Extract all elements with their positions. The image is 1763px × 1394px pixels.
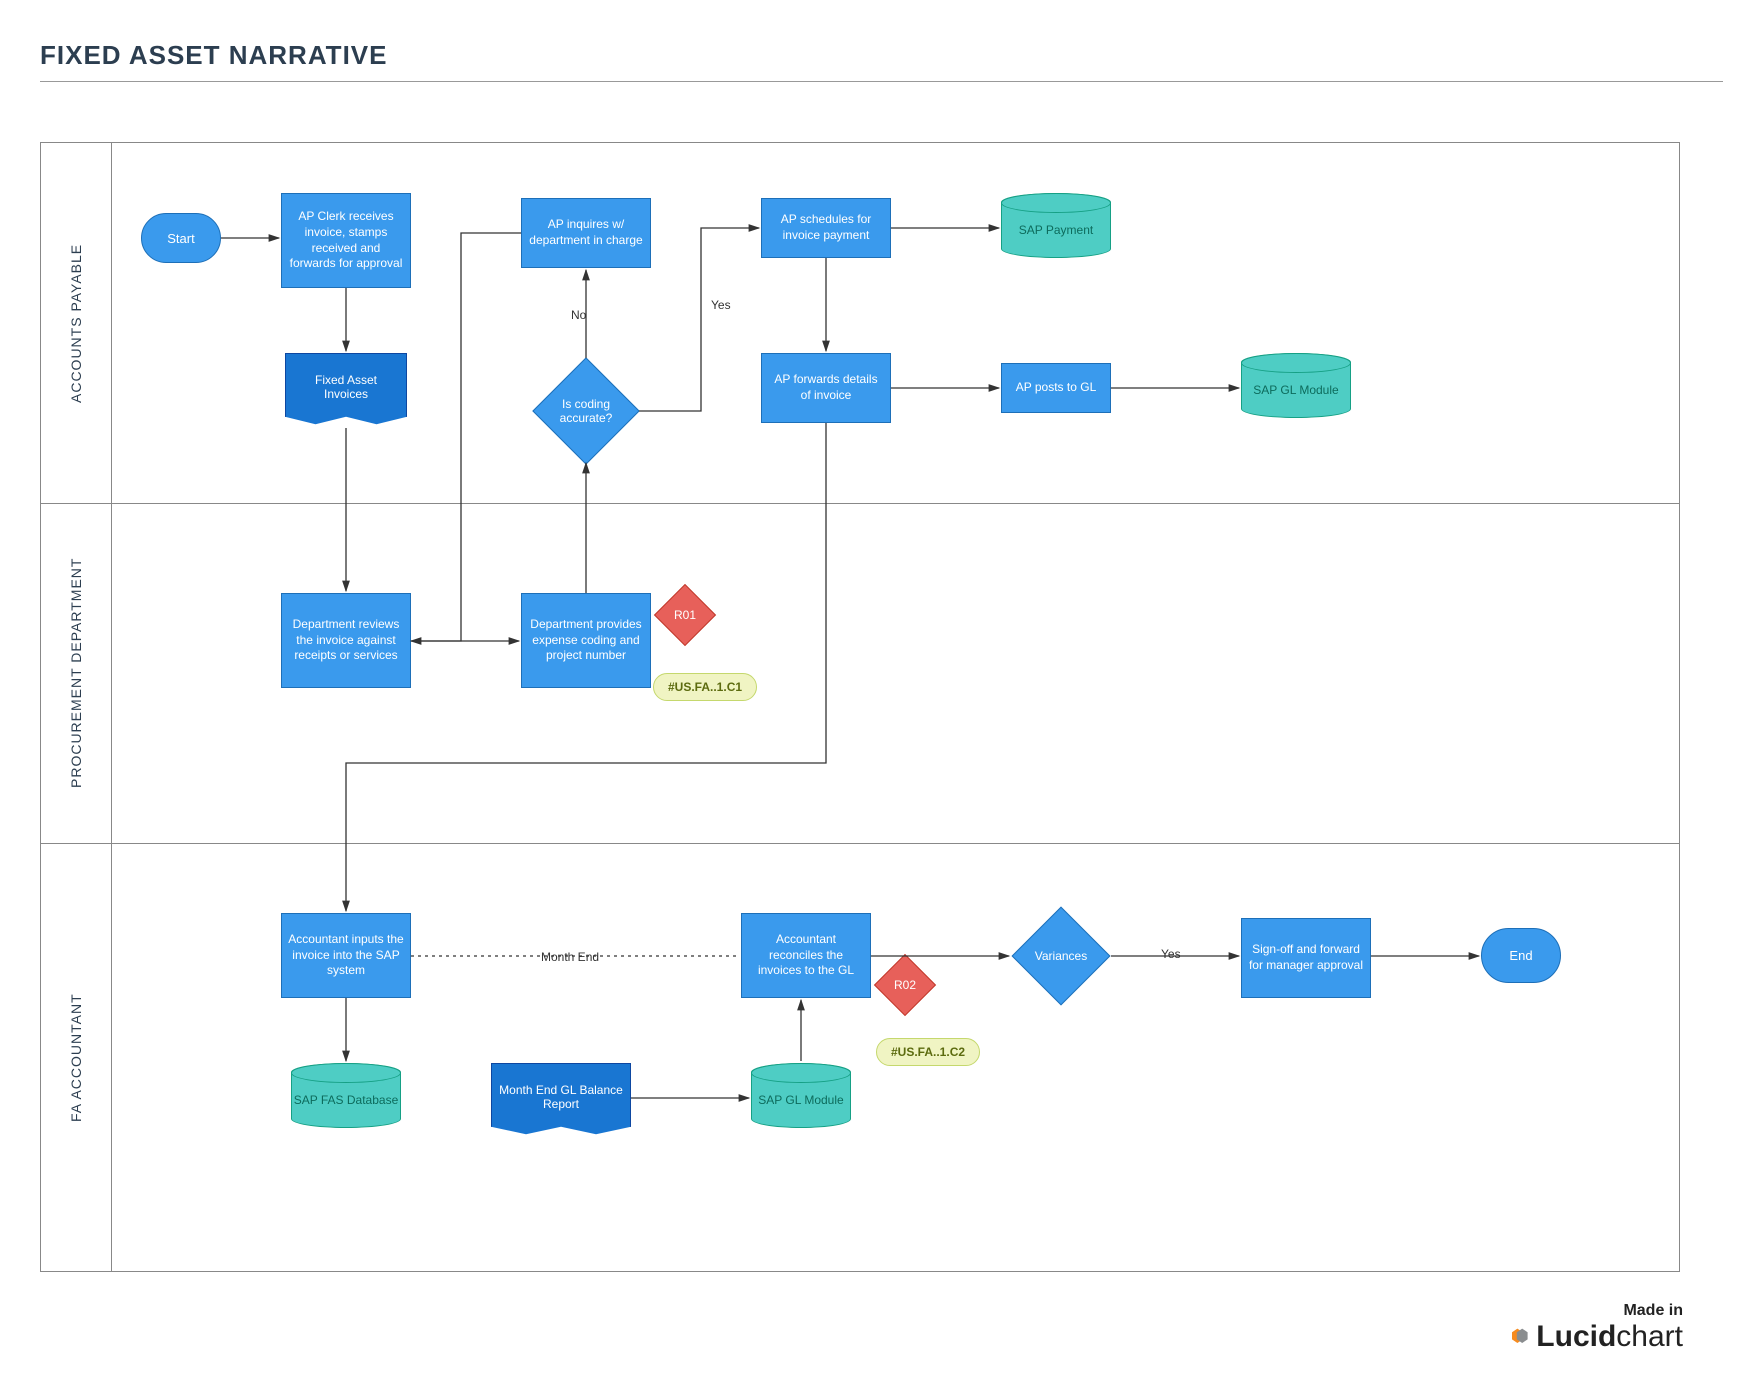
ref1-pill: #US.FA..1.C1: [653, 673, 757, 701]
label-month-end: Month End: [541, 950, 599, 964]
swimlane-diagram: ACCOUNTS PAYABLE PROCUREMENT DEPARTMENT …: [40, 142, 1680, 1272]
lucidchart-brand: Lucidchart: [40, 1320, 1683, 1354]
variances-text: Variances: [1027, 949, 1095, 963]
month-end-report-text: Month End GL Balance Report: [498, 1083, 624, 1111]
sap-gl-module2-db: SAP GL Module: [751, 1063, 851, 1128]
ref1-text: #US.FA..1.C1: [668, 680, 742, 694]
r02-risk: R02: [874, 954, 936, 1016]
dept-reviews-box: Department reviews the invoice against r…: [281, 593, 411, 688]
end-terminator: End: [1481, 928, 1561, 983]
ap-schedules-box: AP schedules for invoice payment: [761, 198, 891, 258]
ap-posts-gl-text: AP posts to GL: [1016, 380, 1097, 396]
ap-forwards-box: AP forwards details of invoice: [761, 353, 891, 423]
r02-text: R02: [884, 978, 926, 992]
start-label: Start: [167, 231, 194, 246]
ap-schedules-text: AP schedules for invoice payment: [768, 212, 884, 243]
label-yes: Yes: [711, 298, 731, 312]
ref2-pill: #US.FA..1.C2: [876, 1038, 980, 1066]
footer: Made in Lucidchart: [40, 1302, 1723, 1354]
brand-light: chart: [1616, 1320, 1683, 1353]
acct-inputs-text: Accountant inputs the invoice into the S…: [288, 932, 404, 979]
lane-divider-2: [41, 843, 1679, 844]
brand-bold: Lucid: [1536, 1320, 1616, 1353]
made-in-label: Made in: [40, 1302, 1683, 1320]
end-label: End: [1509, 948, 1532, 963]
sap-fas-db: SAP FAS Database: [291, 1063, 401, 1128]
month-end-report-doc: Month End GL Balance Report: [491, 1063, 631, 1138]
acct-reconciles-box: Accountant reconciles the invoices to th…: [741, 913, 871, 998]
r01-text: R01: [664, 608, 706, 622]
sap-gl-module-text: SAP GL Module: [1241, 353, 1351, 418]
ap-posts-gl-box: AP posts to GL: [1001, 363, 1111, 413]
page-title: FIXED ASSET NARRATIVE: [40, 40, 1723, 82]
sap-gl-module2-text: SAP GL Module: [751, 1063, 851, 1128]
sap-fas-db-text: SAP FAS Database: [291, 1063, 401, 1128]
ref2-text: #US.FA..1.C2: [891, 1045, 965, 1059]
ap-receives-text: AP Clerk receives invoice, stamps receiv…: [288, 209, 404, 271]
lane-divider-vertical: [111, 143, 112, 1271]
label-yes2: Yes: [1161, 947, 1181, 961]
signoff-text: Sign-off and forward for manager approva…: [1248, 942, 1364, 973]
coding-accurate-text: Is coding accurate?: [549, 397, 623, 425]
sap-payment-text: SAP Payment: [1001, 193, 1111, 258]
signoff-box: Sign-off and forward for manager approva…: [1241, 918, 1371, 998]
fixed-asset-invoices-doc: Fixed Asset Invoices: [285, 353, 407, 428]
dept-reviews-text: Department reviews the invoice against r…: [288, 617, 404, 664]
lane-label-ap: ACCOUNTS PAYABLE: [41, 143, 111, 503]
r01-risk: R01: [654, 584, 716, 646]
arrows-layer: [41, 143, 1679, 1271]
dept-provides-text: Department provides expense coding and p…: [528, 617, 644, 664]
start-terminator: Start: [141, 213, 221, 263]
variances-decision: Variances: [1012, 907, 1111, 1006]
ap-inquires-box: AP inquires w/ department in charge: [521, 198, 651, 268]
ap-forwards-text: AP forwards details of invoice: [768, 372, 884, 403]
sap-payment-db: SAP Payment: [1001, 193, 1111, 258]
sap-gl-module-db: SAP GL Module: [1241, 353, 1351, 418]
acct-reconciles-text: Accountant reconciles the invoices to th…: [748, 932, 864, 979]
acct-inputs-box: Accountant inputs the invoice into the S…: [281, 913, 411, 998]
label-no: No: [571, 308, 586, 322]
lane-label-fa: FA ACCOUNTANT: [41, 843, 111, 1273]
lane-divider-1: [41, 503, 1679, 504]
fixed-asset-invoices-text: Fixed Asset Invoices: [292, 373, 400, 401]
dept-provides-box: Department provides expense coding and p…: [521, 593, 651, 688]
coding-accurate-decision: Is coding accurate?: [532, 357, 639, 464]
ap-inquires-text: AP inquires w/ department in charge: [528, 217, 644, 248]
lucidchart-logo-icon: [1506, 1325, 1530, 1349]
lane-label-proc: PROCUREMENT DEPARTMENT: [41, 503, 111, 843]
ap-receives-box: AP Clerk receives invoice, stamps receiv…: [281, 193, 411, 288]
